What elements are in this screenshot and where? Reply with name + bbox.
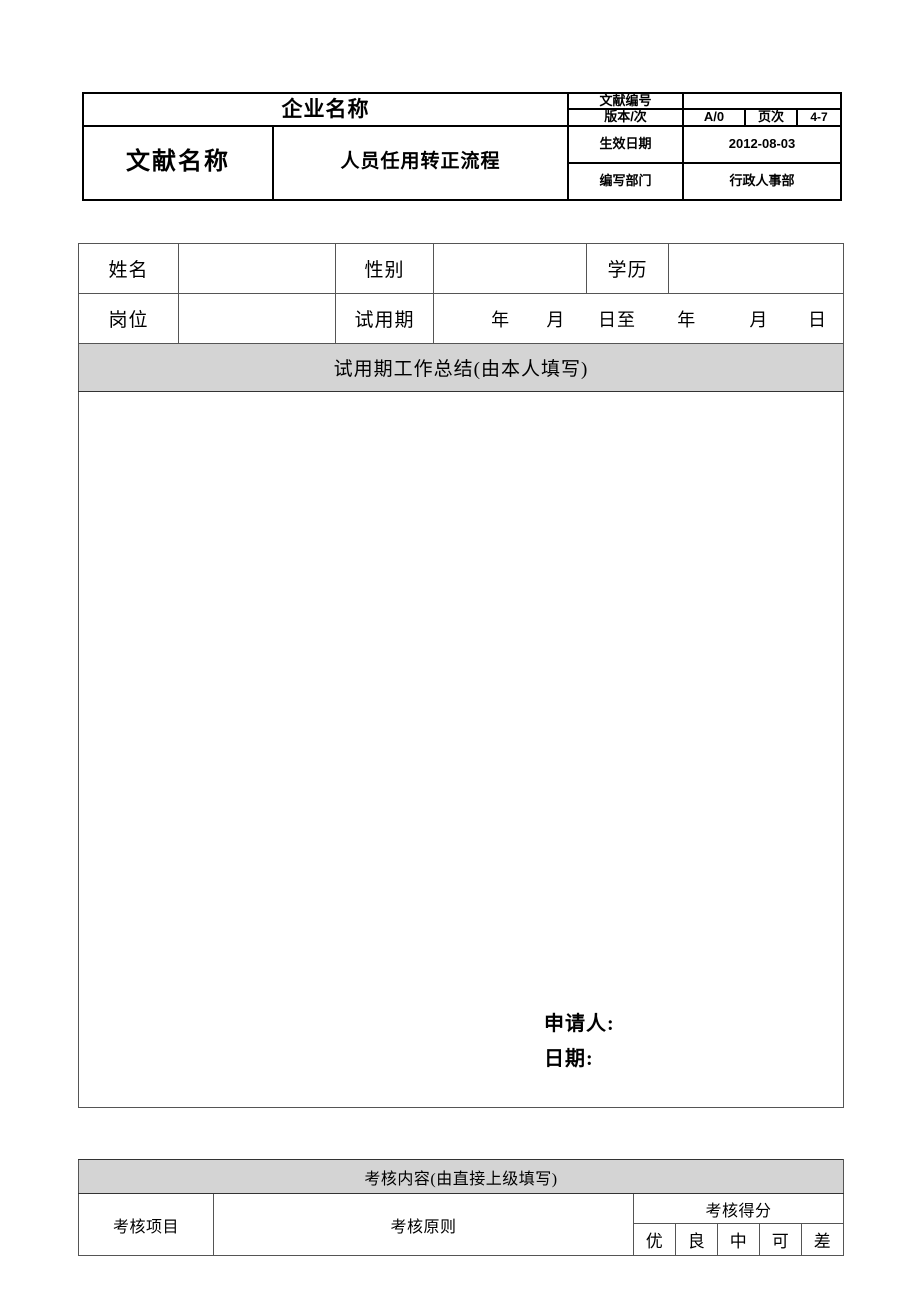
form-row-position: 岗位 试用期 年 月 日至 年 月 日 xyxy=(78,293,844,344)
grade-excellent: 优 xyxy=(633,1223,676,1256)
position-field[interactable] xyxy=(178,293,336,344)
page-label: 页次 xyxy=(744,108,798,127)
grade-good: 良 xyxy=(675,1223,718,1256)
grade-average: 中 xyxy=(717,1223,760,1256)
effective-date-label: 生效日期 xyxy=(567,124,684,164)
department-label: 编写部门 xyxy=(567,161,684,201)
assessment-section-title: 考核内容(由直接上级填写) xyxy=(77,1159,845,1194)
probation-date-range: 年 月 日至 年 月 日 xyxy=(434,306,843,332)
form-row-summary-content: 申请人: 日期: xyxy=(78,391,844,1108)
version-value: A/0 xyxy=(682,108,746,127)
doc-number-label: 文献编号 xyxy=(567,91,684,111)
form-row-summary-band: 试用期工作总结(由本人填写) xyxy=(78,343,844,392)
assessment-col-score: 考核得分 xyxy=(632,1193,845,1224)
version-label: 版本/次 xyxy=(567,108,684,127)
assessment-header-row-1: 考核项目 考核原则 考核得分 xyxy=(78,1193,845,1256)
doc-name-label: 文献名称 xyxy=(82,124,274,201)
date-label: 日期: xyxy=(544,1048,594,1070)
doc-number-value xyxy=(681,91,843,111)
page-value: 4-7 xyxy=(795,108,843,127)
name-field[interactable] xyxy=(178,243,336,294)
document-page: 企业名称 文献编号 版本/次 A/0 页次 4-7 文献名称 人员任用转正流程 … xyxy=(0,0,920,1302)
position-label: 岗位 xyxy=(78,293,179,344)
gender-label: 性别 xyxy=(335,243,434,294)
probation-start-month: 月 xyxy=(546,309,566,330)
applicant-label: 申请人: xyxy=(544,1013,615,1035)
document-header-table: 企业名称 文献编号 版本/次 A/0 页次 4-7 文献名称 人员任用转正流程 … xyxy=(82,91,843,201)
probation-start-day: 日至 xyxy=(598,309,637,330)
form-row-name: 姓名 性别 学历 xyxy=(78,243,844,294)
header-row-company: 企业名称 文献编号 xyxy=(82,91,843,127)
summary-content-area[interactable]: 申请人: 日期: xyxy=(78,391,844,1108)
probation-end-month: 月 xyxy=(749,309,769,330)
assessment-col-item: 考核项目 xyxy=(78,1193,214,1256)
grade-poor: 差 xyxy=(800,1223,845,1256)
education-label: 学历 xyxy=(586,243,669,294)
probation-start-year: 年 xyxy=(491,309,511,330)
doc-name-value: 人员任用转正流程 xyxy=(272,124,569,201)
probation-period-field[interactable]: 年 月 日至 年 月 日 xyxy=(433,293,844,344)
employee-form-table: 姓名 性别 学历 岗位 试用期 年 月 日至 年 月 日 试用期工作总结(由本人… xyxy=(78,243,844,1108)
company-name-cell: 企业名称 xyxy=(82,92,569,127)
assessment-band-row: 考核内容(由直接上级填写) xyxy=(77,1159,845,1194)
gender-field[interactable] xyxy=(433,243,587,294)
grade-fair: 可 xyxy=(759,1223,802,1256)
probation-end-year: 年 xyxy=(677,309,697,330)
assessment-table: 考核内容(由直接上级填写) 考核项目 考核原则 考核得分 优 良 中 可 差 xyxy=(77,1159,845,1256)
effective-date-value: 2012-08-03 xyxy=(681,124,843,164)
summary-section-title: 试用期工作总结(由本人填写) xyxy=(78,343,844,392)
probation-label: 试用期 xyxy=(335,293,434,344)
name-label: 姓名 xyxy=(78,243,179,294)
assessment-col-principle: 考核原则 xyxy=(213,1193,634,1256)
probation-end-day: 日 xyxy=(808,309,828,330)
education-field[interactable] xyxy=(668,243,844,294)
header-row-effective-date: 文献名称 人员任用转正流程 生效日期 2012-08-03 xyxy=(82,124,843,201)
signature-block: 申请人: 日期: xyxy=(544,1007,615,1077)
department-value: 行政人事部 xyxy=(681,161,843,201)
